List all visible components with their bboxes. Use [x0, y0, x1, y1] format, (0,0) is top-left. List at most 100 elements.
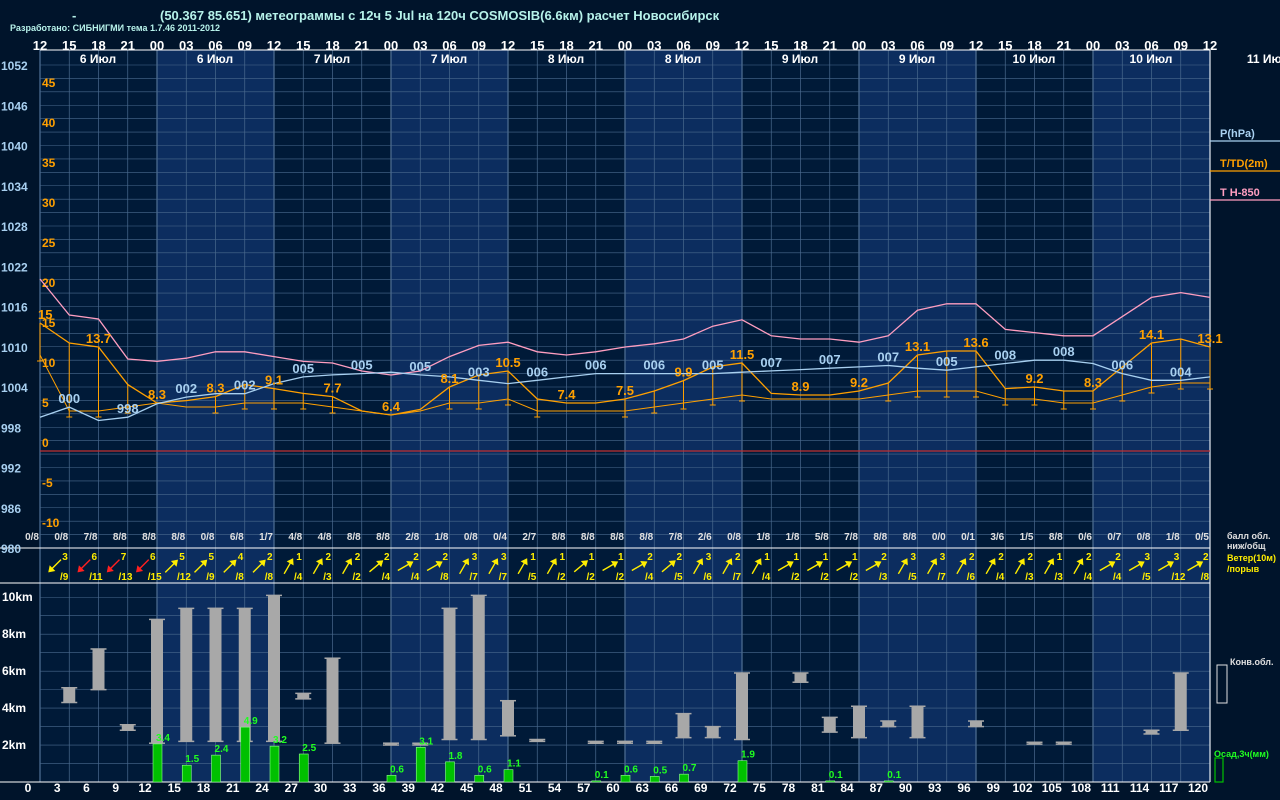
wind-gust: /2: [850, 572, 859, 583]
convective-cloud-bar: [472, 595, 485, 740]
precipitation-bar: [825, 780, 836, 783]
hour-label-top: 21: [355, 38, 369, 53]
wind-speed: 1: [559, 552, 565, 563]
forecast-hour-label: 6: [83, 781, 90, 795]
forecast-hour-label: 99: [987, 781, 1001, 795]
precipitation-bar: [181, 764, 192, 783]
pressure-tick: 1010: [1, 341, 28, 355]
precipitation-bar: [474, 774, 485, 783]
hour-label-top: 03: [647, 38, 661, 53]
temperature-tick: 25: [42, 236, 56, 250]
wind-speed: 6: [91, 552, 97, 563]
pressure-label: 008: [994, 348, 1016, 363]
precipitation-label: 0.6: [624, 764, 638, 775]
hour-label-top: 03: [1115, 38, 1129, 53]
pressure-label: 005: [409, 359, 431, 374]
pressure-label: 005: [702, 358, 724, 373]
cloud-cover-label: 8/8: [610, 532, 624, 543]
wind-gust: /5: [908, 572, 917, 583]
wind-gust: /7: [733, 572, 742, 583]
forecast-hour-label: 39: [402, 781, 416, 795]
forecast-hour-label: 75: [753, 781, 767, 795]
date-label: 8 Июл: [548, 52, 584, 66]
wind-gust: /4: [645, 572, 654, 583]
date-label: 7 Июл: [314, 52, 350, 66]
pressure-label: 005: [292, 361, 314, 376]
hour-label-top: 18: [559, 38, 573, 53]
hour-label-top: 09: [940, 38, 954, 53]
wind-gust: /3: [879, 572, 888, 583]
wind-speed: 1: [618, 552, 624, 563]
wind-speed: 2: [881, 552, 887, 563]
forecast-hour-label: 87: [870, 781, 884, 795]
cloud-cover-label: 3/6: [990, 532, 1004, 543]
convective-cloud-bar: [502, 700, 514, 736]
precipitation-bar: [620, 774, 631, 783]
precipitation-bar: [152, 743, 163, 783]
hour-label-top: 00: [150, 38, 164, 53]
forecast-hour-label: 3: [54, 781, 61, 795]
forecast-hour-label: 90: [899, 781, 913, 795]
convective-cloud-bar: [736, 672, 748, 740]
wind-speed: 2: [969, 552, 975, 563]
pressure-tick: 1004: [1, 381, 28, 395]
cloud-cover-label: 8/8: [142, 532, 156, 543]
hour-label-top: 12: [501, 38, 515, 53]
precipitation-label: 0.6: [478, 764, 492, 775]
hour-label-top: 18: [793, 38, 807, 53]
pressure-label: 006: [1111, 358, 1133, 373]
wind-speed: 2: [384, 552, 390, 563]
hour-label-top: 21: [121, 38, 135, 53]
pressure-tick: 980: [1, 542, 21, 556]
height-tick: 4km: [2, 701, 26, 715]
forecast-hour-label: 108: [1071, 781, 1091, 795]
precipitation-label: 1.5: [185, 754, 199, 765]
wind-speed: 2: [325, 552, 331, 563]
legend-pressure: P(hPa): [1220, 128, 1255, 140]
wind-speed: 1: [852, 552, 858, 563]
height-tick: 10km: [2, 590, 33, 604]
hour-label-top: 03: [413, 38, 427, 53]
hour-label-top: 06: [1144, 38, 1158, 53]
temperature-tick: -5: [42, 476, 53, 490]
hour-label-top: 21: [589, 38, 603, 53]
cloud-cover-label: 0/8: [727, 532, 741, 543]
wind-gust: /5: [1142, 572, 1151, 583]
hour-label-top: 00: [852, 38, 866, 53]
forecast-hour-label: 105: [1042, 781, 1062, 795]
forecast-hour-label: 93: [928, 781, 942, 795]
forecast-hour-label: 96: [957, 781, 971, 795]
pressure-label: 002: [175, 381, 197, 396]
forecast-hour-label: 15: [168, 781, 182, 795]
cloud-cover-label: 2/8: [405, 532, 419, 543]
wind-speed: 2: [1027, 552, 1033, 563]
pressure-tick: 998: [1, 421, 21, 435]
date-label: 6 Июл: [197, 52, 233, 66]
convective-cloud-bar: [970, 721, 982, 727]
pressure-label: 002: [234, 378, 256, 393]
precipitation-label: 2.5: [302, 743, 316, 754]
wind-gust: /8: [265, 572, 274, 583]
temperature-tick: 0: [42, 436, 49, 450]
cloud-cover-label: 6/8: [230, 532, 244, 543]
temperature-label: 7.5: [616, 383, 634, 398]
precipitation-bar: [649, 776, 660, 783]
date-label: 10 Июл: [1013, 52, 1056, 66]
wind-gust: /3: [323, 572, 332, 583]
hour-label-top: 15: [764, 38, 778, 53]
pressure-label: 006: [643, 358, 665, 373]
precipitation-bar: [211, 754, 221, 783]
temperature-tick: -10: [42, 516, 60, 530]
wind-gust: /5: [528, 572, 537, 583]
forecast-hour-label: 54: [548, 781, 562, 795]
cloud-cover-label: 1/8: [435, 532, 449, 543]
hour-label-top: 06: [910, 38, 924, 53]
wind-gust: /2: [791, 572, 800, 583]
temperature-label: 9.2: [1025, 371, 1043, 386]
height-tick: 8km: [2, 627, 26, 641]
wind-gust: /12: [177, 572, 191, 583]
pressure-label: 998: [117, 401, 139, 416]
pressure-label: 005: [936, 354, 958, 369]
cloud-cover-label: 8/8: [581, 532, 595, 543]
forecast-hour-label: 24: [255, 781, 269, 795]
